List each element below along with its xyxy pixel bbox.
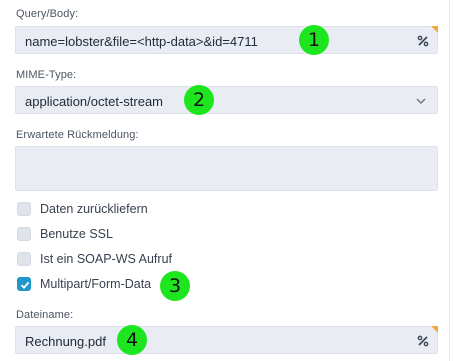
return-data-label: Daten zurückliefern (40, 202, 148, 216)
query-body-input[interactable]: name=lobster&file=<http-data>&id=4711 (15, 26, 438, 54)
use-ssl-label: Benutze SSL (40, 227, 113, 241)
option-multipart[interactable]: Multipart/Form-Data (17, 275, 151, 293)
filename-label: Dateiname: (16, 309, 74, 321)
soap-ws-checkbox[interactable] (17, 252, 31, 266)
expected-response-label: Erwartete Rückmeldung: (16, 129, 139, 141)
filename-input[interactable]: Rechnung.pdf (15, 326, 438, 354)
soap-ws-label: Ist ein SOAP-WS Aufruf (40, 252, 172, 266)
mime-type-select[interactable]: application/octet-stream (15, 86, 438, 114)
query-body-value: name=lobster&file=<http-data>&id=4711 (25, 34, 258, 49)
use-ssl-checkbox[interactable] (17, 227, 31, 241)
checkmark-icon (20, 281, 30, 289)
option-soap-ws[interactable]: Ist ein SOAP-WS Aufruf (17, 250, 172, 268)
filename-value: Rechnung.pdf (25, 334, 106, 349)
variable-insert-icon[interactable] (417, 35, 429, 47)
return-data-checkbox[interactable] (17, 202, 31, 216)
form-panel: Query/Body: name=lobster&file=<http-data… (0, 0, 450, 361)
annotation-badge-3: 3 (160, 271, 190, 301)
multipart-label: Multipart/Form-Data (40, 277, 152, 291)
variable-corner-marker (431, 326, 438, 333)
mime-type-label: MIME-Type: (16, 69, 77, 81)
option-return-data[interactable]: Daten zurückliefern (17, 200, 148, 218)
chevron-down-icon (416, 98, 426, 104)
multipart-checkbox[interactable] (17, 277, 31, 291)
annotation-badge-2: 2 (184, 85, 214, 115)
variable-corner-marker (431, 26, 438, 33)
query-body-label: Query/Body: (16, 8, 79, 20)
expected-response-textarea[interactable] (15, 146, 438, 191)
option-use-ssl[interactable]: Benutze SSL (17, 225, 113, 243)
mime-type-value: application/octet-stream (25, 94, 164, 109)
annotation-badge-4: 4 (117, 325, 147, 355)
variable-insert-icon[interactable] (417, 335, 429, 347)
annotation-badge-1: 1 (299, 25, 329, 55)
